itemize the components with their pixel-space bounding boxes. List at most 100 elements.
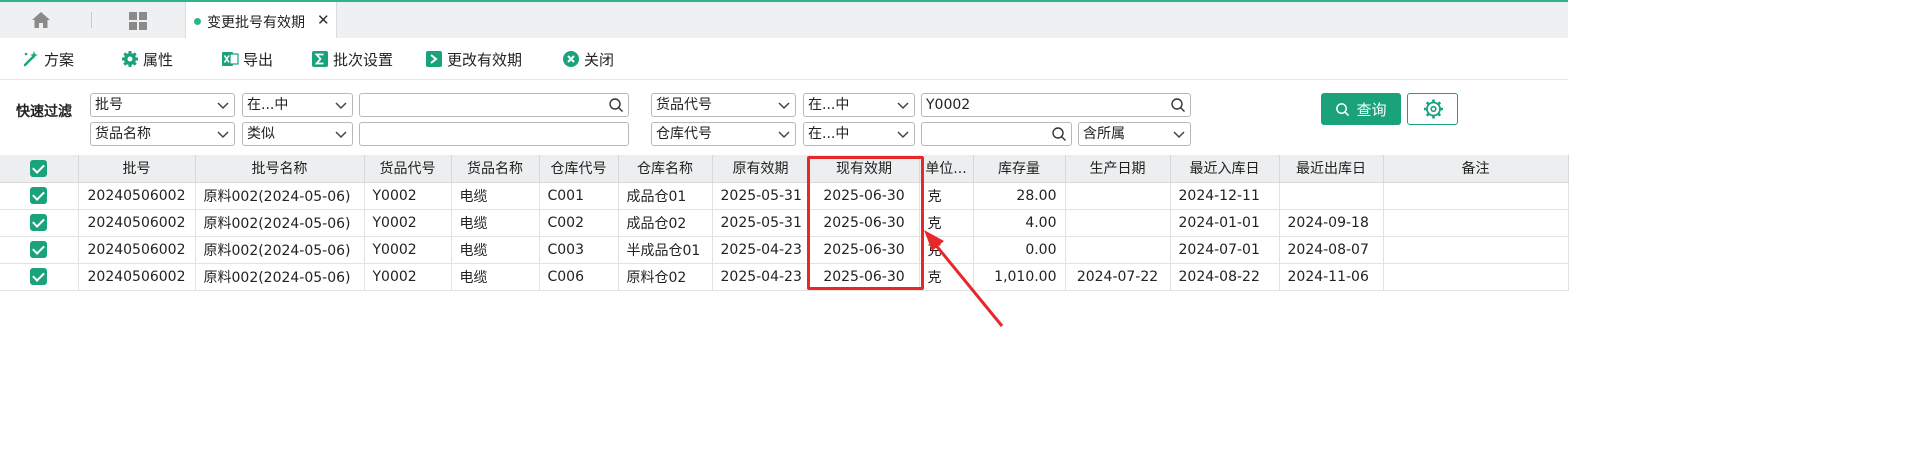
filter-field-1-select[interactable]: 批号 — [90, 93, 235, 117]
filter-op-2-select[interactable]: 在...中 — [803, 93, 915, 117]
table-cell: 原料002(2024-05-06) — [195, 263, 365, 291]
column-header[interactable]: 批号名称 — [195, 155, 365, 183]
quick-filter-label: 快速过滤 — [16, 104, 72, 120]
table-cell: 克 — [919, 263, 974, 291]
sigma-icon — [312, 51, 328, 67]
filter-value-2-text: Y0002 — [926, 97, 971, 113]
filter-value-1-input[interactable] — [359, 93, 629, 117]
export-button[interactable]: 导出 — [221, 48, 273, 70]
table-cell: 2024-09-18 — [1279, 209, 1384, 237]
column-header[interactable]: 单位... — [919, 155, 974, 183]
data-grid: 批号 批号名称 货品代号 货品名称 仓库代号 仓库名称 原有效期 现有效期 单位… — [0, 155, 1569, 388]
home-icon[interactable] — [30, 10, 52, 30]
table-cell: Y0002 — [364, 263, 452, 291]
search-icon[interactable] — [1051, 126, 1067, 142]
chevron-down-icon — [778, 102, 790, 110]
table-cell: 0.00 — [973, 236, 1066, 264]
table-cell: 电缆 — [451, 236, 540, 264]
filter-field-4-select[interactable]: 仓库代号 — [651, 122, 796, 146]
tab-label: 变更批号有效期 — [207, 15, 305, 31]
table-cell: 成品仓01 — [618, 182, 713, 210]
table-row[interactable]: 20240506002 原料002(2024-05-06) Y0002 电缆 C… — [0, 182, 1569, 210]
chevron-down-icon — [897, 131, 909, 139]
table-cell — [1065, 209, 1171, 237]
filter-op-3-select[interactable]: 类似 — [242, 122, 353, 146]
table-cell: 原料002(2024-05-06) — [195, 236, 365, 264]
tab-change-expiry[interactable]: 变更批号有效期 ✕ — [185, 2, 337, 40]
table-cell: 2025-06-30 — [809, 263, 920, 291]
terminal-icon — [426, 51, 442, 67]
filter-settings-button[interactable] — [1407, 93, 1458, 125]
row-checkbox[interactable] — [0, 236, 79, 264]
export-label: 导出 — [243, 50, 274, 69]
filter-op-4-select[interactable]: 在...中 — [803, 122, 915, 146]
column-header[interactable]: 仓库名称 — [618, 155, 713, 183]
column-header[interactable]: 库存量 — [973, 155, 1066, 183]
filter-value-4-input[interactable] — [921, 122, 1072, 146]
table-cell — [1383, 263, 1569, 291]
column-header[interactable]: 批号 — [78, 155, 196, 183]
table-cell: 克 — [919, 236, 974, 264]
table-cell: 2025-06-30 — [809, 182, 920, 210]
table-cell: C003 — [539, 236, 619, 264]
search-icon[interactable] — [1170, 97, 1186, 113]
grid-icon[interactable] — [128, 11, 148, 31]
filter-field-3-value: 货品名称 — [95, 126, 151, 142]
batch-settings-button[interactable]: 批次设置 — [311, 48, 393, 70]
properties-label: 属性 — [143, 50, 174, 69]
query-button[interactable]: 查询 — [1321, 93, 1401, 125]
table-cell: 20240506002 — [78, 236, 196, 264]
table-cell: 20240506002 — [78, 263, 196, 291]
table-cell: 1,010.00 — [973, 263, 1066, 291]
scheme-button[interactable]: 方案 — [22, 48, 74, 70]
column-header[interactable]: 生产日期 — [1065, 155, 1171, 183]
filter-field-3-select[interactable]: 货品名称 — [90, 122, 235, 146]
close-button[interactable]: 关闭 — [562, 48, 614, 70]
filter-field-2-select[interactable]: 货品代号 — [651, 93, 796, 117]
table-cell: C001 — [539, 182, 619, 210]
table-cell: Y0002 — [364, 182, 452, 210]
scope-select[interactable]: 含所属 — [1078, 122, 1191, 146]
table-cell: 4.00 — [973, 209, 1066, 237]
search-icon — [1336, 102, 1350, 116]
row-checkbox[interactable] — [0, 263, 79, 291]
table-cell — [1383, 209, 1569, 237]
table-cell: 20240506002 — [78, 209, 196, 237]
column-header[interactable]: 最近出库日 — [1279, 155, 1384, 183]
filter-op-3-value: 类似 — [247, 126, 275, 142]
table-cell: 2024-07-01 — [1170, 236, 1280, 264]
select-all-checkbox[interactable] — [0, 155, 79, 183]
table-cell: 克 — [919, 182, 974, 210]
filter-value-3-input[interactable] — [359, 122, 629, 146]
column-header[interactable]: 现有效期 — [809, 155, 920, 183]
table-row[interactable]: 20240506002 原料002(2024-05-06) Y0002 电缆 C… — [0, 263, 1569, 291]
batch-settings-label: 批次设置 — [333, 50, 394, 69]
column-header[interactable]: 最近入库日 — [1170, 155, 1280, 183]
column-header[interactable]: 货品名称 — [451, 155, 540, 183]
search-icon[interactable] — [608, 97, 624, 113]
top-tab-bar: 变更批号有效期 ✕ — [0, 0, 1568, 40]
table-cell: 电缆 — [451, 209, 540, 237]
chevron-down-icon — [778, 131, 790, 139]
table-cell: 2025-06-30 — [809, 209, 920, 237]
filter-value-2-input[interactable]: Y0002 — [921, 93, 1191, 117]
table-cell: 原料002(2024-05-06) — [195, 182, 365, 210]
row-checkbox[interactable] — [0, 182, 79, 210]
column-header[interactable]: 仓库代号 — [539, 155, 619, 183]
gear-icon — [122, 51, 138, 67]
row-checkbox[interactable] — [0, 209, 79, 237]
table-header-row: 批号 批号名称 货品代号 货品名称 仓库代号 仓库名称 原有效期 现有效期 单位… — [0, 155, 1569, 183]
table-cell: C002 — [539, 209, 619, 237]
query-label: 查询 — [1356, 100, 1387, 119]
column-header[interactable]: 原有效期 — [712, 155, 810, 183]
column-header[interactable]: 备注 — [1383, 155, 1569, 183]
filter-op-1-select[interactable]: 在...中 — [242, 93, 353, 117]
change-expiry-button[interactable]: 更改有效期 — [425, 48, 522, 70]
table-cell — [1383, 182, 1569, 210]
close-icon[interactable]: ✕ — [317, 11, 330, 29]
column-header[interactable]: 货品代号 — [364, 155, 452, 183]
table-cell: 电缆 — [451, 182, 540, 210]
properties-button[interactable]: 属性 — [121, 48, 173, 70]
table-row[interactable]: 20240506002 原料002(2024-05-06) Y0002 电缆 C… — [0, 209, 1569, 237]
table-row[interactable]: 20240506002 原料002(2024-05-06) Y0002 电缆 C… — [0, 236, 1569, 264]
